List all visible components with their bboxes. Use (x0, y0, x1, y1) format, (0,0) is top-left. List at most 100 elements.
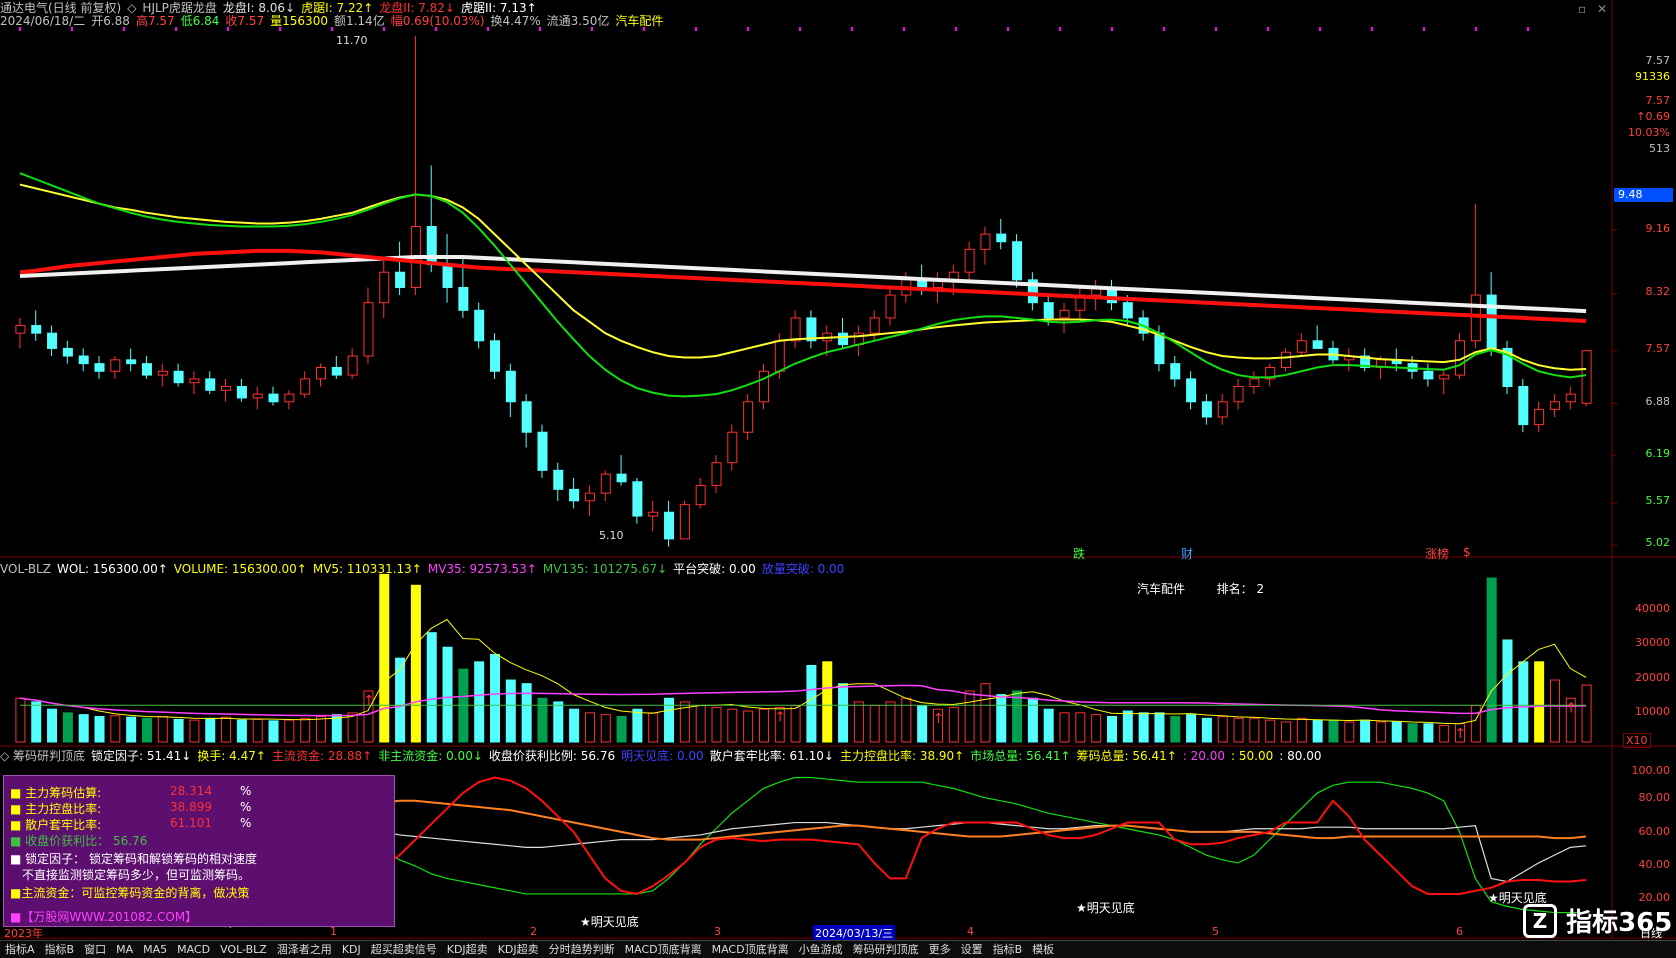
candle-body-22 (363, 302, 374, 357)
candle-body-45 (727, 431, 738, 464)
axis-tick-6-88: 6.88 (1645, 395, 1671, 408)
indicator-tab-14[interactable]: MACD顶底背离 (707, 941, 794, 958)
date-m6: 6 (1456, 925, 1463, 938)
candle-body-82 (1312, 340, 1323, 349)
candle-body-81 (1296, 340, 1307, 353)
chip-item-13: : 80.00 (1279, 749, 1322, 763)
indicator-tab-8[interactable]: KDJ (337, 941, 366, 958)
vol-item-5: MV135: 101275.67↓ (542, 562, 668, 576)
candle-body-23 (379, 271, 390, 304)
volume-bar-53 (853, 701, 864, 743)
chip-item-11: : 20.00 (1182, 749, 1226, 763)
axis-tick-5-57: 5.57 (1645, 494, 1671, 507)
indicator-tab-9[interactable]: 超买超卖信号 (366, 941, 442, 958)
indicator-tab-1[interactable]: 指标B (40, 941, 80, 958)
volume-bar-77 (1233, 717, 1244, 743)
indicator-tab-13[interactable]: MACD顶底背离 (620, 941, 707, 958)
volume-bar-85 (1360, 719, 1371, 743)
volume-bar-7 (126, 716, 137, 743)
volume-bar-2 (47, 708, 58, 743)
candle-body-61 (980, 233, 991, 250)
volume-bar-38 (616, 715, 627, 743)
indicator-tab-2[interactable]: 窗口 (79, 941, 111, 958)
indicator-tab-18[interactable]: 设置 (956, 941, 988, 958)
low-price-marker: 5.10 (599, 529, 624, 542)
volume-bar-72 (1154, 712, 1165, 743)
candle-body-9 (157, 370, 168, 376)
candle-body-32 (521, 401, 532, 433)
vol-tick-30000: 30000 (1635, 636, 1670, 649)
candle-body-80 (1281, 351, 1292, 368)
axis-pct-readout: 10.03% (1628, 126, 1670, 139)
chip-item-10: 筹码总量: 56.41↑ (1076, 749, 1177, 763)
indicator-tab-19[interactable]: 指标B (988, 941, 1028, 958)
candle-body-6 (110, 359, 121, 372)
popup-site[interactable]: ■【万股网WWW.201082.COM】 (10, 908, 197, 925)
indicator-tab-5[interactable]: MACD (172, 941, 215, 958)
volume-bar-89 (1423, 723, 1434, 743)
rank-value: 2 (1256, 582, 1265, 596)
sector-label: 汽车配件 (1137, 582, 1186, 596)
chip-tick-60: 60.00 (1638, 825, 1671, 838)
volume-bar-17 (284, 719, 295, 743)
chip-tick-80: 80.00 (1638, 791, 1671, 804)
volume-bar-19 (315, 715, 326, 743)
date-m2: 2 (530, 925, 537, 938)
volume-bar-5 (94, 715, 105, 743)
popup-site-text[interactable]: 【万股网WWW.201082.COM】 (21, 910, 197, 924)
volume-bar-20 (331, 714, 342, 743)
volume-bar-73 (1170, 715, 1181, 743)
volume-bar-50 (806, 664, 817, 743)
event-label-limit-up[interactable]: 涨榜 (1425, 545, 1449, 562)
volume-bar-1 (31, 701, 42, 743)
volume-bar-86 (1375, 721, 1386, 743)
volume-bar-11 (189, 719, 200, 743)
candle-body-37 (600, 473, 611, 494)
volume-bar-34 (553, 701, 564, 743)
vol-arrow-3: ↑ (1455, 726, 1467, 742)
indicator-tab-15[interactable]: 小鱼游成 (794, 941, 848, 958)
event-label-fall[interactable]: 跌 (1073, 545, 1085, 562)
candle-body-30 (490, 340, 501, 372)
volume-bar-9 (157, 715, 168, 743)
indicator-tab-7[interactable]: 涸泽者之用 (272, 941, 337, 958)
candle-body-4 (78, 355, 89, 365)
event-label-dollar[interactable]: $ (1463, 545, 1471, 559)
indicator-tab-16[interactable]: 筹码研判顶底 (848, 941, 924, 958)
indicator-tab-17[interactable]: 更多 (924, 941, 956, 958)
indicator-tab-20[interactable]: 模板 (1027, 941, 1059, 958)
volume-bar-35 (569, 708, 580, 743)
indicator-tab-12[interactable]: 分时趋势判断 (544, 941, 620, 958)
volume-bar-18 (300, 717, 311, 743)
volume-bar-65 (1043, 708, 1054, 743)
popup-value-2: 61.101 (170, 816, 212, 830)
candle-body-46 (743, 401, 754, 433)
indicator-tab-6[interactable]: VOL-BLZ (215, 941, 272, 958)
volume-bar-30 (490, 654, 501, 743)
vol-arrow-4: ↑ (1565, 700, 1577, 716)
volume-bar-74 (1186, 714, 1197, 743)
popup-note1-text: 锁定因子： 锁定筹码和解锁筹码的相对速度 (25, 852, 257, 866)
indicator-tab-10[interactable]: KDJ超卖 (442, 941, 493, 958)
candle-body-63 (1012, 241, 1023, 281)
candle-body-3 (62, 347, 73, 357)
high-price-marker: 11.70 (336, 34, 368, 47)
volume-bar-45 (727, 708, 738, 743)
candle-body-49 (790, 317, 801, 342)
popup-label-1: 主力控盘比率: (25, 802, 102, 816)
indicator-tab-4[interactable]: MA5 (138, 941, 172, 958)
candle-body-28 (458, 286, 469, 311)
volume-bar-68 (1091, 714, 1102, 743)
candle-body-75 (1201, 401, 1212, 418)
candle-body-38 (616, 473, 627, 483)
event-label-finance[interactable]: 财 (1181, 545, 1193, 562)
indicator-tab-0[interactable]: 指标A (0, 941, 40, 958)
vol-arrow-1: ↑ (774, 709, 786, 725)
candle-body-52 (838, 332, 849, 346)
indicator-tab-3[interactable]: MA (111, 941, 138, 958)
vol-arrow-0: ↑ (363, 693, 375, 709)
volume-bar-54 (869, 705, 880, 743)
candle-body-76 (1217, 401, 1228, 418)
popup-profit-text: 收盘价获利比： 56.76 (25, 834, 148, 848)
indicator-tab-11[interactable]: KDJ超卖 (493, 941, 544, 958)
